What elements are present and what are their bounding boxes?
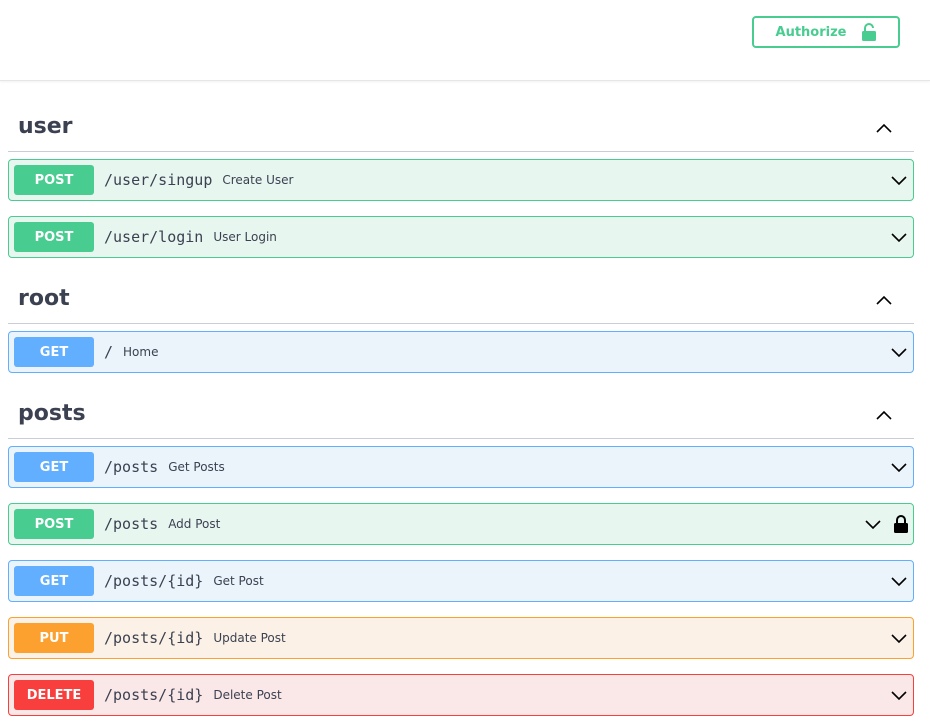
top-bar: Authorize: [0, 0, 930, 81]
operation-path: /: [104, 343, 114, 361]
section-title-user: user: [18, 114, 73, 139]
method-badge: POST: [14, 509, 94, 539]
operation-summary: Delete Post: [213, 688, 282, 702]
chevron-down-icon[interactable]: [889, 457, 909, 477]
operation-path: /posts: [104, 515, 159, 533]
chevron-up-icon[interactable]: [874, 290, 894, 310]
operation-summary: Get Post: [213, 574, 264, 588]
method-badge: POST: [14, 165, 94, 195]
operation-post-user-singup[interactable]: POST /user/singup Create User: [8, 159, 914, 201]
operation-path: /user/singup: [104, 171, 213, 189]
chevron-down-icon[interactable]: [889, 342, 909, 362]
lock-open-icon: [862, 23, 877, 41]
method-badge: GET: [14, 337, 94, 367]
method-badge: GET: [14, 566, 94, 596]
chevron-up-icon[interactable]: [874, 118, 894, 138]
operation-get-post-by-id[interactable]: GET /posts/{id} Get Post: [8, 560, 914, 602]
chevron-down-icon[interactable]: [863, 514, 883, 534]
section-header-posts[interactable]: posts: [8, 395, 914, 439]
authorize-label: Authorize: [775, 24, 847, 40]
operation-summary: User Login: [213, 230, 277, 244]
section-header-root[interactable]: root: [8, 280, 914, 324]
operation-get-posts[interactable]: GET /posts Get Posts: [8, 446, 914, 488]
operation-post-user-login[interactable]: POST /user/login User Login: [8, 216, 914, 258]
operation-summary: Add Post: [168, 517, 221, 531]
operation-put-post-by-id[interactable]: PUT /posts/{id} Update Post: [8, 617, 914, 659]
chevron-down-icon[interactable]: [889, 571, 909, 591]
method-badge: GET: [14, 452, 94, 482]
operation-get-root[interactable]: GET / Home: [8, 331, 914, 373]
operation-summary: Create User: [222, 173, 294, 187]
operation-path: /posts/{id}: [104, 572, 204, 590]
operation-delete-post-by-id[interactable]: DELETE /posts/{id} Delete Post: [8, 674, 914, 716]
section-title-posts: posts: [18, 401, 86, 426]
method-badge: DELETE: [14, 680, 94, 710]
method-badge: POST: [14, 222, 94, 252]
operation-post-posts[interactable]: POST /posts Add Post: [8, 503, 914, 545]
chevron-up-icon[interactable]: [874, 405, 894, 425]
operation-summary: Get Posts: [168, 460, 225, 474]
lock-icon[interactable]: [893, 515, 909, 533]
section-title-root: root: [18, 286, 70, 311]
chevron-down-icon[interactable]: [889, 628, 909, 648]
operation-summary: Update Post: [213, 631, 286, 645]
operation-summary: Home: [123, 345, 159, 359]
operation-path: /user/login: [104, 228, 204, 246]
operation-path: /posts/{id}: [104, 629, 204, 647]
chevron-down-icon[interactable]: [889, 227, 909, 247]
section-header-user[interactable]: user: [8, 108, 914, 152]
operation-path: /posts/{id}: [104, 686, 204, 704]
authorize-button[interactable]: Authorize: [752, 16, 900, 48]
method-badge: PUT: [14, 623, 94, 653]
chevron-down-icon[interactable]: [889, 170, 909, 190]
operation-path: /posts: [104, 458, 159, 476]
chevron-down-icon[interactable]: [889, 685, 909, 705]
